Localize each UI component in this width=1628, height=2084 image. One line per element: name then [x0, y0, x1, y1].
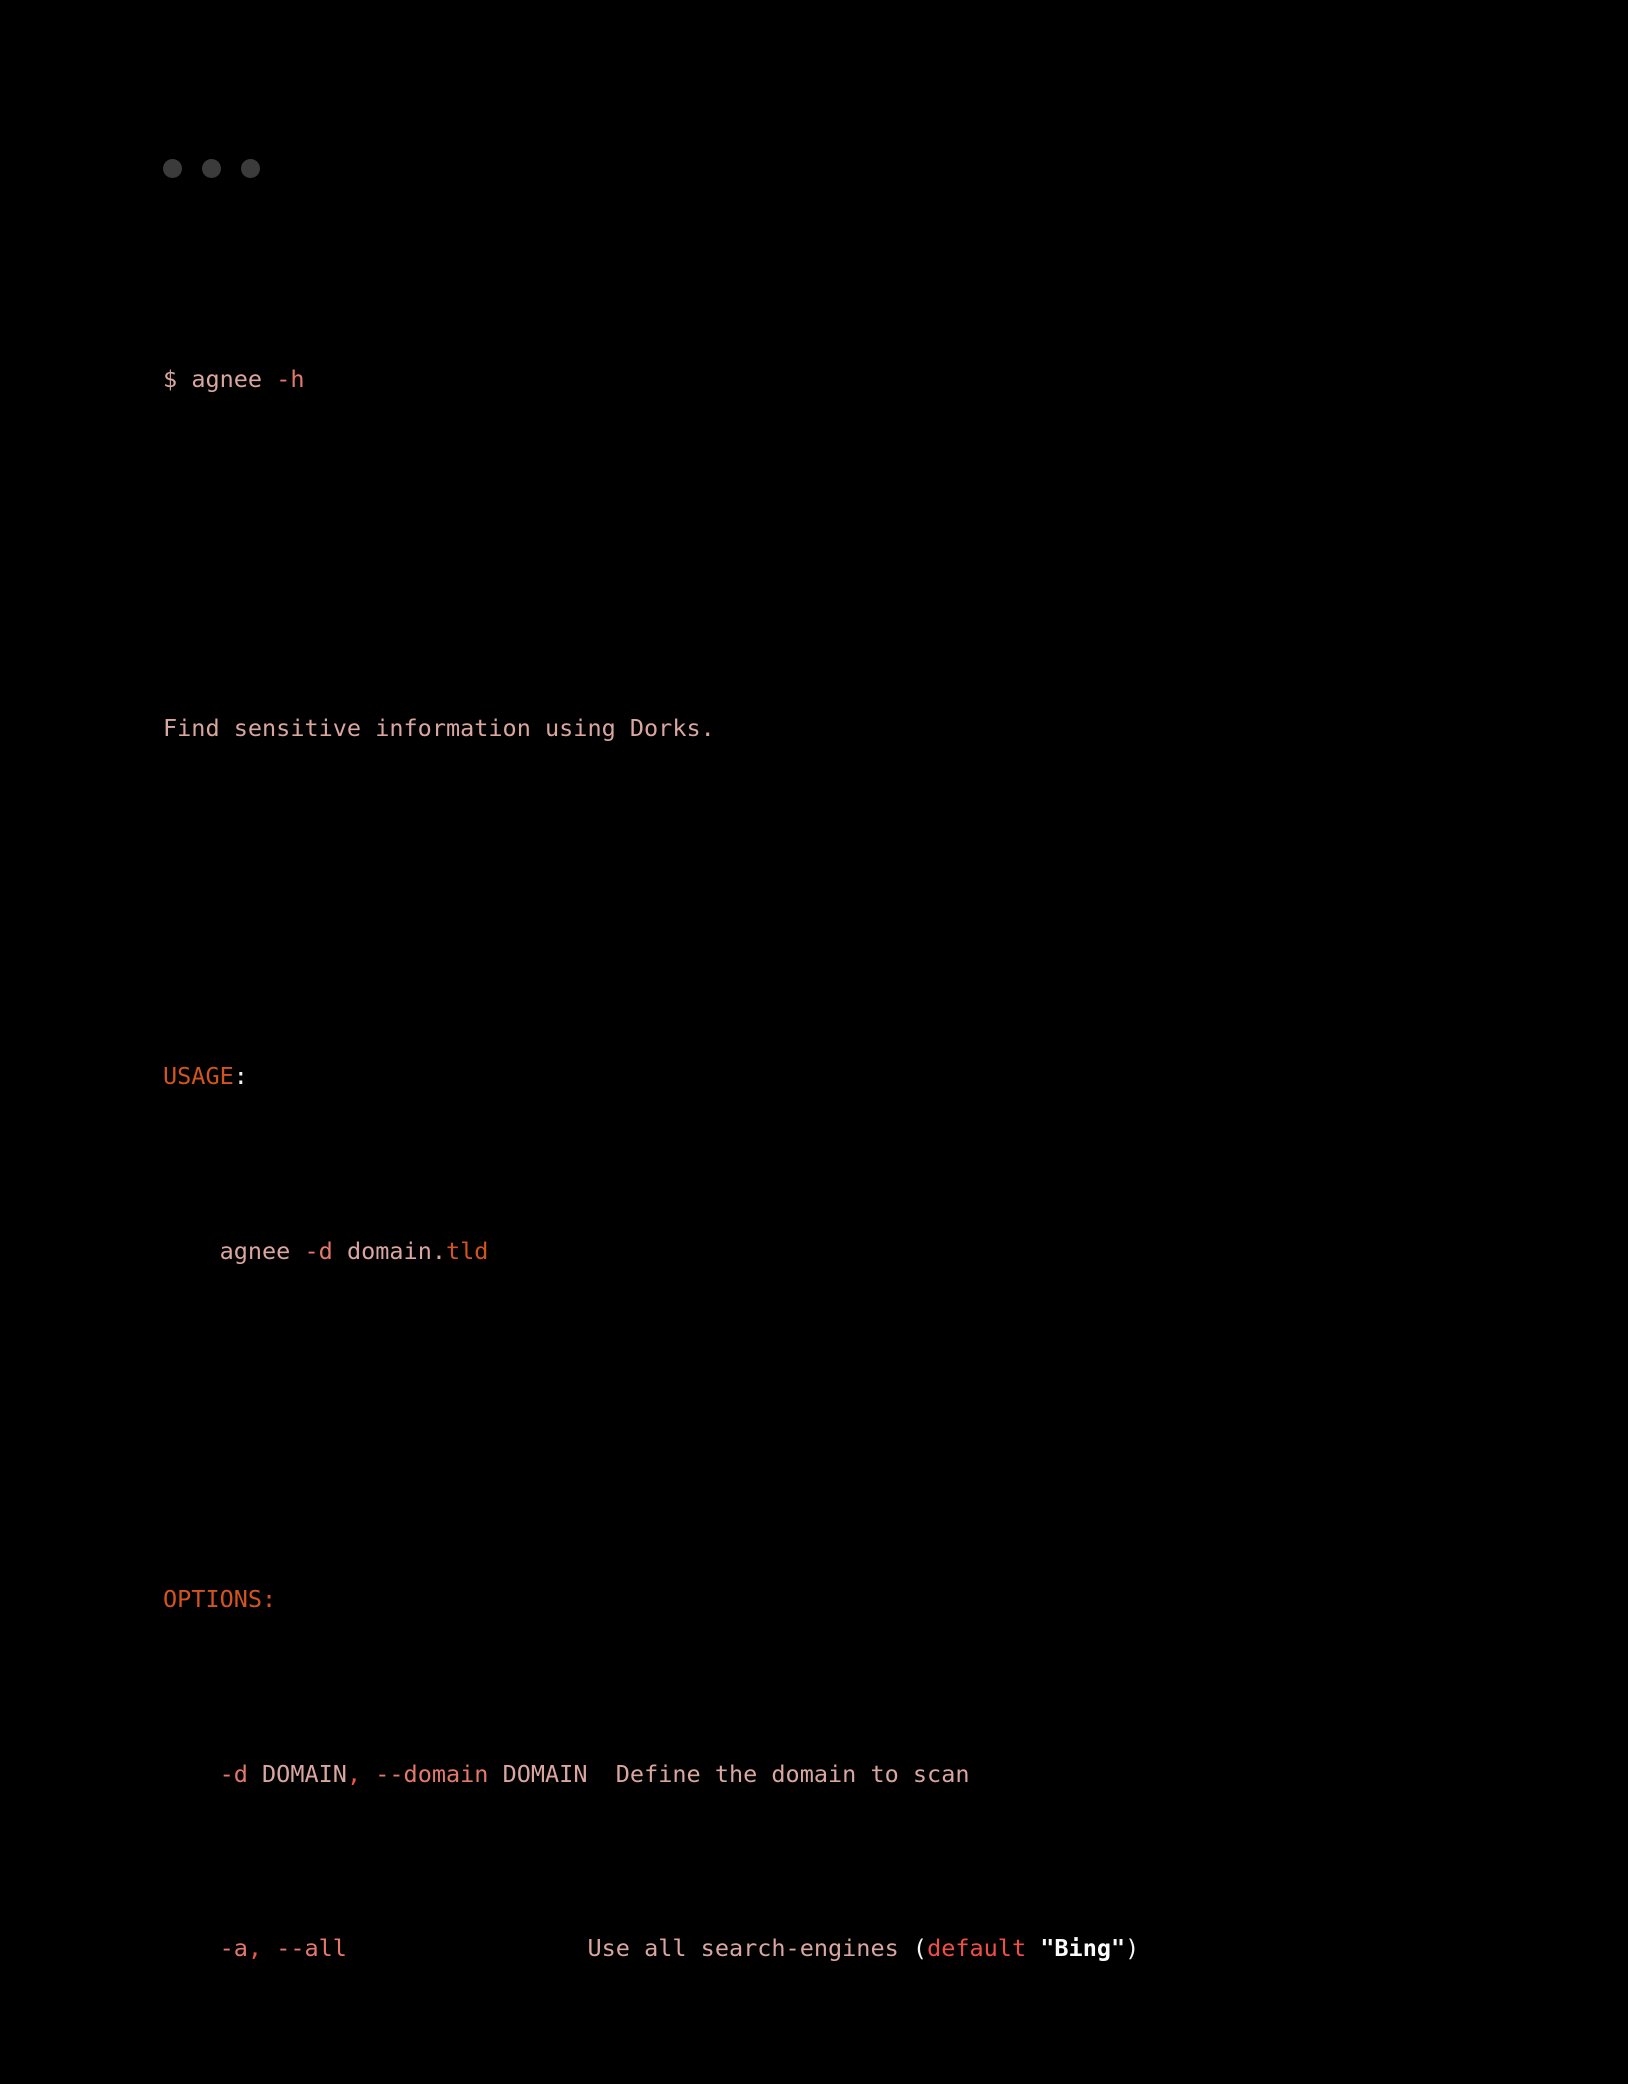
option-comma: ,: [346, 1759, 362, 1788]
usage-example-line: agnee -d domain.tld: [163, 1230, 1583, 1274]
option-pad: [587, 1760, 615, 1788]
options-header-colon: :: [262, 1585, 277, 1614]
option-long-flag: --domain: [375, 1759, 489, 1788]
shell-prompt: $: [163, 364, 178, 393]
option-row-domain: -d DOMAIN, --domain DOMAIN Define the do…: [163, 1753, 1583, 1797]
command-flag-help: -h: [276, 364, 305, 393]
usage-argument-base: domain.: [346, 1236, 446, 1265]
option-short-flag: -a: [219, 1934, 248, 1963]
option-row-all: -a, --all Use all search-engines (defaul…: [163, 1927, 1583, 1971]
window-maximize-dot[interactable]: [241, 159, 260, 178]
option-long-flag: --all: [276, 1934, 347, 1963]
option-short-flag: -d: [219, 1759, 248, 1788]
command-line: $ agnee -h: [163, 358, 1583, 402]
usage-indent: [163, 1237, 220, 1265]
usage-argument-tld: tld: [446, 1236, 489, 1265]
option-description: Use all search-engines: [587, 1934, 913, 1963]
window-close-dot[interactable]: [163, 159, 182, 178]
window-minimize-dot[interactable]: [202, 159, 221, 178]
option-indent: [163, 1934, 220, 1962]
option-long-arg: DOMAIN: [488, 1759, 588, 1788]
program-description-text: Find sensitive information using Dorks.: [163, 713, 715, 742]
command-space: [177, 365, 191, 393]
terminal-output[interactable]: $ agnee -h Find sensitive information us…: [163, 227, 1583, 2084]
program-description: Find sensitive information using Dorks.: [163, 707, 1583, 751]
command-space-2: [262, 365, 276, 393]
option-indent: [163, 1760, 220, 1788]
usage-header-colon: :: [233, 1062, 248, 1091]
options-header-label: OPTIONS: [163, 1585, 263, 1614]
options-header: OPTIONS:: [163, 1578, 1583, 1622]
usage-flag-domain: -d: [304, 1236, 333, 1265]
option-pad: [347, 1934, 588, 1962]
usage-space-1: [290, 1237, 304, 1265]
terminal-window: $ agnee -h Find sensitive information us…: [0, 0, 1628, 1962]
option-comma: ,: [247, 1934, 263, 1963]
usage-space-2: [333, 1237, 347, 1265]
option-description: Define the domain to scan: [615, 1759, 970, 1788]
option-gap: [361, 1760, 375, 1788]
option-close-paren: ): [1125, 1934, 1140, 1963]
option-default-value: "Bing": [1040, 1934, 1126, 1963]
option-short-arg: DOMAIN: [247, 1759, 347, 1788]
usage-header-label: USAGE: [163, 1062, 234, 1091]
command-program: agnee: [191, 364, 263, 393]
option-gap: [262, 1934, 276, 1962]
option-default-keyword: default: [927, 1934, 1027, 1963]
option-open-paren: (: [912, 1934, 928, 1963]
usage-program: agnee: [219, 1236, 291, 1265]
window-titlebar: [163, 159, 260, 178]
usage-header: USAGE:: [163, 1055, 1583, 1099]
option-desc-space: [1026, 1934, 1040, 1962]
